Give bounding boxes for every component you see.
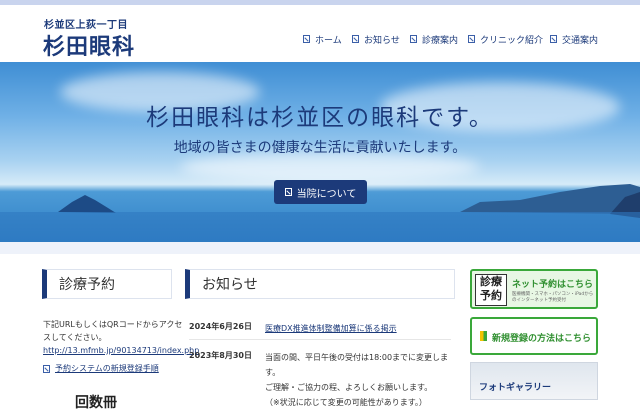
box-arrow-icon xyxy=(43,364,50,373)
reservation-title: 診療予約 xyxy=(59,277,115,293)
nav-clinic[interactable]: クリニック紹介 xyxy=(468,32,543,46)
nav-treatment-label: 診療案内 xyxy=(422,35,459,46)
news-date: 2024年6月26日 xyxy=(189,322,252,331)
site-logo[interactable]: 杉田眼科 xyxy=(43,29,135,61)
manual-link-label: 予約システムの新規登録手順 xyxy=(55,364,159,373)
news-text: 当面の間、平日午後の受付は18:00までに変更します。 ご理解・ご協力の程、よろ… xyxy=(265,350,451,410)
nav-news-label: お知らせ xyxy=(364,35,400,46)
box-arrow-icon xyxy=(284,188,292,196)
nav-home[interactable]: ホーム xyxy=(303,32,342,46)
net-reservation-title: ネット予約はこちら xyxy=(512,280,594,290)
reservation-url-link[interactable]: http://13.mfmb.jp/90134713/index.php xyxy=(43,346,199,355)
news-text: 医療DX推進体制整備加算に係る掲示 xyxy=(265,321,451,336)
news-text-line: ご理解・ご協力の程、よろしくお願いします。 xyxy=(265,383,433,392)
leaf-icon xyxy=(480,331,487,341)
hero-section: 杉田眼科は杉並区の眼科です。 地域の皆さまの健康な生活に貢献いたします。 当院に… xyxy=(0,62,640,242)
section-divider xyxy=(0,242,640,254)
reservation-bottom-text: 回数冊 xyxy=(75,395,117,411)
news-item: 2023年8月30日 当面の間、平日午後の受付は18:00までに変更します。 ご… xyxy=(189,350,451,407)
box-arrow-icon xyxy=(410,35,417,43)
nav-clinic-label: クリニック紹介 xyxy=(480,35,544,46)
news-date: 2023年8月30日 xyxy=(189,351,252,360)
reservation-badge: 診療予約 xyxy=(475,274,507,306)
news-link[interactable]: 医療DX推進体制整備加算に係る掲示 xyxy=(265,324,397,333)
net-reservation-note: 医療機関・スマホ・パソコン・iPadからのインターネット予約受付 xyxy=(512,292,594,303)
photo-gallery-banner[interactable]: フォトギャラリー xyxy=(470,362,598,400)
about-clinic-button[interactable]: 当院について xyxy=(274,180,367,204)
box-arrow-icon xyxy=(468,35,475,43)
reservation-description: 下記URLもしくはQRコードからアクセスしてください。 xyxy=(43,320,183,342)
manual-link[interactable]: 予約システムの新規登録手順 xyxy=(43,363,159,374)
news-text-line: （※状況に応じて変更の可能性があります。） xyxy=(265,398,427,407)
news-title: お知らせ xyxy=(202,277,258,293)
nav-access[interactable]: 交通案内 xyxy=(550,32,598,46)
hero-title: 杉田眼科は杉並区の眼科です。 xyxy=(146,105,494,131)
island-shape xyxy=(58,195,116,213)
main-nav: ホーム お知らせ 診療案内 クリニック紹介 交通案内 xyxy=(300,32,610,46)
hero-subtitle: 地域の皆さまの健康な生活に貢献いたします。 xyxy=(173,140,467,156)
about-clinic-label: 当院について xyxy=(296,188,357,200)
new-registration-title: 新規登録の方法はこちら xyxy=(492,334,592,344)
nav-access-label: 交通案内 xyxy=(562,35,599,46)
sea-shape xyxy=(0,212,640,242)
news-text-line: 当面の間、平日午後の受付は18:00までに変更します。 xyxy=(265,353,449,377)
news-item: 2024年6月26日 医療DX推進体制整備加算に係る掲示 xyxy=(189,321,451,335)
coast-shape xyxy=(460,184,640,214)
news-heading: お知らせ xyxy=(185,269,455,299)
box-arrow-icon xyxy=(303,35,310,43)
box-arrow-icon xyxy=(352,35,359,43)
net-reservation-banner[interactable]: 診療予約 ネット予約はこちら 医療機関・スマホ・パソコン・iPadからのインター… xyxy=(470,269,598,309)
nav-treatment[interactable]: 診療案内 xyxy=(410,32,458,46)
new-registration-banner[interactable]: 新規登録の方法はこちら xyxy=(470,317,598,355)
box-arrow-icon xyxy=(550,35,557,43)
nav-home-label: ホーム xyxy=(315,35,342,46)
reservation-heading: 診療予約 xyxy=(42,269,172,299)
photo-gallery-title: フォトギャラリー xyxy=(479,383,552,393)
news-divider xyxy=(189,339,451,340)
nav-news[interactable]: お知らせ xyxy=(352,32,400,46)
site-header: 杉並区上荻一丁目 杉田眼科 ホーム お知らせ 診療案内 クリニック紹介 交通案内 xyxy=(0,5,640,62)
